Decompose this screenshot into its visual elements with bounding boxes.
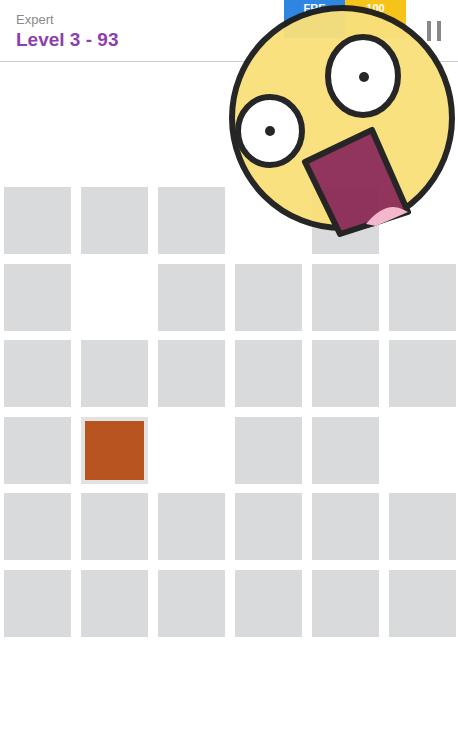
board-tile[interactable] <box>312 340 379 407</box>
empty-cell <box>389 417 456 484</box>
board-tile[interactable] <box>4 570 71 637</box>
player-block[interactable] <box>85 421 144 480</box>
board-tile[interactable] <box>389 570 456 637</box>
difficulty-label: Expert <box>16 12 118 27</box>
board-tile[interactable] <box>312 570 379 637</box>
empty-cell <box>158 417 225 484</box>
board-tile[interactable] <box>389 340 456 407</box>
board-tile[interactable] <box>4 264 71 331</box>
board-tile[interactable] <box>312 417 379 484</box>
pause-icon[interactable] <box>426 21 442 41</box>
game-screen: ExpertLevel 3 - 93FRE100 <box>0 0 458 749</box>
board-tile[interactable] <box>158 264 225 331</box>
board-tile[interactable] <box>235 340 302 407</box>
board-tile[interactable] <box>81 417 148 484</box>
board-tile[interactable] <box>389 493 456 560</box>
board-tile[interactable] <box>158 340 225 407</box>
board-tile[interactable] <box>235 264 302 331</box>
board-tile[interactable] <box>235 493 302 560</box>
board-tile[interactable] <box>158 570 225 637</box>
board-tile[interactable] <box>312 264 379 331</box>
board-tile[interactable] <box>81 340 148 407</box>
board-tile[interactable] <box>158 187 225 254</box>
board-tile[interactable] <box>235 570 302 637</box>
board-tile[interactable] <box>4 187 71 254</box>
surprised-emoji-icon <box>226 0 458 240</box>
board-tile[interactable] <box>81 187 148 254</box>
board-tile[interactable] <box>158 493 225 560</box>
board-tile[interactable] <box>4 417 71 484</box>
board-tile[interactable] <box>4 493 71 560</box>
game-board <box>0 187 458 637</box>
board-tile[interactable] <box>235 417 302 484</box>
board-tile[interactable] <box>81 570 148 637</box>
level-title: Level 3 - 93 <box>16 29 118 51</box>
level-info: Expert Level 3 - 93 <box>16 0 118 51</box>
board-tile[interactable] <box>4 340 71 407</box>
board-tile[interactable] <box>312 493 379 560</box>
board-tile[interactable] <box>389 264 456 331</box>
board-tile[interactable] <box>81 493 148 560</box>
empty-cell <box>81 264 148 331</box>
